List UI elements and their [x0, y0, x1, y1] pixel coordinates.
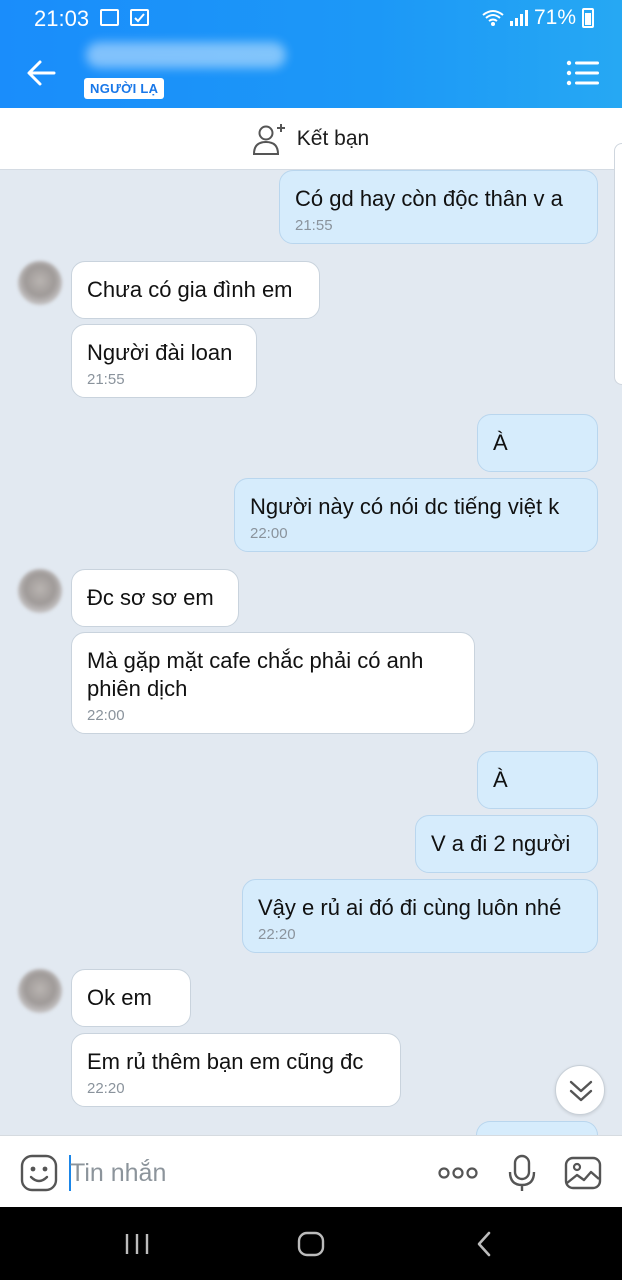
home-icon[interactable]	[296, 1229, 326, 1259]
avatar[interactable]	[18, 569, 62, 613]
status-time: 21:03	[34, 6, 90, 31]
battery-icon	[582, 8, 594, 28]
app-header: 21:03 71% NGƯỜI LẠ	[0, 0, 622, 108]
message-text: À	[493, 767, 508, 792]
more-dots-icon[interactable]	[437, 1154, 479, 1192]
message-text: Ok em	[87, 985, 152, 1010]
message-composer: Tin nhắn	[0, 1135, 622, 1207]
scroll-to-bottom-button[interactable]	[555, 1065, 605, 1115]
scroll-indicator[interactable]	[614, 143, 622, 385]
message-text: Mà gặp mặt cafe chắc phải có anh phiên d…	[87, 648, 424, 701]
message-bubble-incoming[interactable]: Mà gặp mặt cafe chắc phải có anh phiên d…	[71, 632, 475, 734]
message-text: Người này có nói dc tiếng việt k	[250, 494, 560, 519]
message-bubble-outgoing[interactable]: À	[477, 751, 598, 809]
message-text: V a đi 2 người	[431, 831, 571, 856]
message-bubble-incoming[interactable]: Người đài loan 21:55	[71, 324, 257, 398]
status-bar: 21:03 71%	[0, 0, 622, 36]
message-time: 21:55	[87, 371, 125, 388]
message-bubble-incoming[interactable]: Chưa có gia đình em	[71, 261, 320, 319]
message-text: Có gd hay còn độc thân v a	[295, 186, 563, 211]
message-bubble-incoming[interactable]: Em rủ thêm bạn em cũng đc 22:20	[71, 1033, 401, 1107]
recent-apps-icon[interactable]	[122, 1229, 152, 1259]
message-input[interactable]: Tin nhắn	[70, 1156, 420, 1190]
message-text: Chưa có gia đình em	[87, 277, 293, 302]
arrow-left-icon[interactable]	[26, 58, 56, 88]
message-time: 21:55	[295, 217, 333, 234]
wifi-icon	[482, 10, 504, 26]
checkbox-notification-icon	[130, 9, 149, 26]
add-friend-button[interactable]: Kết bạn	[0, 108, 622, 170]
message-text: À	[493, 430, 508, 455]
add-person-icon	[252, 123, 285, 155]
battery-percent: 71%	[533, 6, 576, 29]
message-time: 22:00	[87, 707, 125, 724]
emoji-icon[interactable]	[20, 1154, 58, 1192]
microphone-icon[interactable]	[503, 1154, 541, 1192]
image-icon[interactable]	[564, 1154, 602, 1192]
message-time: 22:00	[250, 525, 288, 542]
message-bubble-outgoing[interactable]: V a đi 2 người	[415, 815, 598, 873]
message-time: 22:20	[87, 1080, 125, 1097]
gallery-notification-icon	[100, 9, 119, 26]
message-bubble-outgoing[interactable]: Có gd hay còn độc thân v a 21:55	[279, 170, 598, 244]
message-text: Người đài loan	[87, 340, 233, 365]
message-text: Vậy e rủ ai đó đi cùng luôn nhé	[258, 895, 562, 920]
add-friend-label: Kết bạn	[296, 126, 370, 150]
double-chevron-down-icon	[569, 1080, 593, 1102]
message-bubble-incoming[interactable]: Ok em	[71, 969, 191, 1027]
message-text: Đc sơ sơ em	[87, 585, 214, 610]
stranger-badge: NGƯỜI LẠ	[84, 78, 165, 99]
avatar[interactable]	[18, 261, 62, 305]
system-navigation-bar	[0, 1207, 622, 1280]
message-bubble-outgoing[interactable]: À	[477, 414, 598, 472]
message-bubble-incoming[interactable]: Đc sơ sơ em	[71, 569, 239, 627]
system-back-icon[interactable]	[470, 1229, 500, 1259]
avatar[interactable]	[18, 969, 62, 1013]
contact-name-blurred[interactable]	[86, 42, 286, 68]
list-menu-icon[interactable]	[566, 60, 600, 86]
message-time: 22:20	[258, 926, 296, 943]
message-text: Em rủ thêm bạn em cũng đc	[87, 1049, 364, 1074]
signal-icon	[509, 10, 528, 26]
message-bubble-outgoing[interactable]: Vậy e rủ ai đó đi cùng luôn nhé 22:20	[242, 879, 598, 953]
message-bubble-outgoing[interactable]: Người này có nói dc tiếng việt k 22:00	[234, 478, 598, 552]
